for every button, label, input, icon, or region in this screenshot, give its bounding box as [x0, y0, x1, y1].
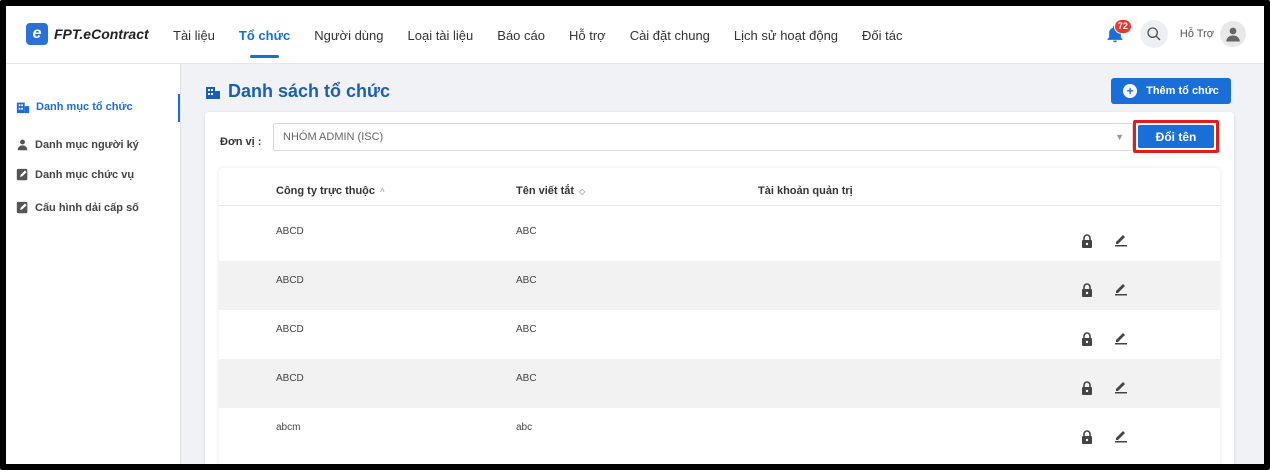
- column-header-label: Công ty trực thuộc: [276, 185, 376, 197]
- unit-label: Đơn vị :: [220, 136, 262, 148]
- lock-icon[interactable]: [1081, 381, 1093, 395]
- cell-abbreviation: ABC: [516, 226, 537, 237]
- cell-company: ABCD: [276, 275, 304, 286]
- table-row[interactable]: ABCD ABC: [219, 359, 1220, 408]
- table-row[interactable]: ABCD ABC: [219, 212, 1220, 261]
- lock-icon[interactable]: [1081, 430, 1093, 444]
- main-nav: Tài liệu Tổ chức Người dùng Loại tài liệu Bá…: [173, 6, 927, 64]
- edit-icon[interactable]: [1114, 379, 1128, 394]
- column-header-label: Tên viết tắt: [516, 185, 575, 197]
- sort-icon[interactable]: ◇: [579, 187, 585, 196]
- rename-button[interactable]: Đổi tên: [1138, 125, 1214, 148]
- edit-doc-icon: [16, 201, 28, 214]
- unit-select[interactable]: NHÓM ADMIN (ISC) ▼: [273, 123, 1133, 151]
- unit-select-value: NHÓM ADMIN (ISC): [283, 131, 384, 143]
- plus-icon: +: [1123, 84, 1138, 98]
- nav-item-3[interactable]: Loại tài liệu: [408, 6, 474, 64]
- table-row[interactable]: abcm abc: [219, 408, 1220, 457]
- cell-abbreviation: ABC: [516, 324, 537, 335]
- building-icon: [16, 102, 30, 114]
- table-row[interactable]: ABCD ABC: [219, 310, 1220, 359]
- notification-button[interactable]: 72: [1100, 19, 1132, 49]
- sidebar-item-positions[interactable]: Danh mục chức vụ: [16, 168, 134, 181]
- nav-item-1[interactable]: Tổ chức: [239, 6, 290, 64]
- page-title-text: Danh sách tổ chức: [228, 81, 391, 101]
- lock-icon[interactable]: [1081, 332, 1093, 346]
- edit-icon[interactable]: [1114, 330, 1128, 345]
- nav-item-4[interactable]: Báo cáo: [497, 6, 545, 64]
- sidebar: Danh mục tổ chức Danh mục người ký Danh …: [6, 64, 181, 464]
- sidebar-item-label: Danh mục tổ chức: [36, 101, 133, 113]
- cell-company: ABCD: [276, 324, 304, 335]
- edit-icon[interactable]: [1114, 232, 1128, 247]
- app-window: e FPT.eContract Tài liệu Tổ chức Người dùn…: [0, 0, 1270, 470]
- cell-company: ABCD: [276, 226, 304, 237]
- nav-item-2[interactable]: Người dùng: [314, 6, 383, 64]
- nav-item-0[interactable]: Tài liệu: [173, 6, 215, 64]
- table-row[interactable]: ABCD ABC: [219, 261, 1220, 310]
- column-header-admin-account: Tài khoản quản trị: [758, 185, 853, 197]
- sidebar-item-organizations[interactable]: Danh mục tổ chức: [16, 100, 133, 114]
- sidebar-item-label: Danh mục người ký: [35, 138, 139, 151]
- sidebar-active-indicator: [178, 94, 180, 122]
- user-icon: [17, 139, 28, 151]
- add-organization-label: Thêm tổ chức: [1146, 85, 1219, 97]
- nav-item-8[interactable]: Đối tác: [862, 6, 902, 64]
- add-organization-button[interactable]: + Thêm tổ chức: [1111, 78, 1231, 104]
- sidebar-item-number-config[interactable]: Cấu hình dải cấp số: [16, 201, 139, 214]
- sort-asc-icon[interactable]: ^: [380, 187, 385, 196]
- logo-mark-icon: e: [26, 23, 48, 45]
- header-tools: 72 Hỗ Trợ: [1100, 19, 1246, 49]
- app-logo[interactable]: e FPT.eContract: [26, 23, 149, 45]
- cell-company: abcm: [276, 422, 301, 433]
- column-header-abbreviation[interactable]: Tên viết tắt ◇: [516, 185, 585, 197]
- user-name[interactable]: Hỗ Trợ: [1180, 28, 1214, 40]
- chevron-down-icon: ▼: [1115, 132, 1124, 142]
- user-avatar-icon: [1226, 27, 1240, 42]
- page-title: Danh sách tổ chức: [205, 81, 390, 102]
- cell-abbreviation: ABC: [516, 373, 537, 384]
- nav-item-5[interactable]: Hỗ trợ: [569, 6, 606, 64]
- building-icon: [206, 86, 220, 99]
- column-header-company[interactable]: Công ty trực thuộc ^: [276, 185, 385, 197]
- cell-abbreviation: ABC: [516, 275, 537, 286]
- edit-icon[interactable]: [1114, 281, 1128, 296]
- sidebar-item-label: Cấu hình dải cấp số: [35, 201, 139, 214]
- table-header: Công ty trực thuộc ^ Tên viết tắt ◇ Tài …: [219, 168, 1220, 206]
- avatar[interactable]: [1220, 21, 1246, 47]
- sidebar-item-label: Danh mục chức vụ: [35, 168, 135, 181]
- top-navbar: e FPT.eContract Tài liệu Tổ chức Người dùn…: [6, 6, 1264, 64]
- nav-item-6[interactable]: Cài đặt chung: [630, 6, 710, 64]
- sidebar-item-signers[interactable]: Danh mục người ký: [16, 138, 139, 151]
- search-icon: [1147, 27, 1161, 41]
- lock-icon[interactable]: [1081, 234, 1093, 248]
- edit-doc-icon: [16, 168, 28, 181]
- edit-icon[interactable]: [1114, 428, 1128, 443]
- cell-abbreviation: abc: [516, 422, 533, 433]
- logo-text: FPT.eContract: [54, 26, 149, 42]
- cell-company: ABCD: [276, 373, 304, 384]
- rename-highlight: Đổi tên: [1133, 120, 1219, 153]
- column-header-label: Tài khoản quản trị: [758, 185, 853, 197]
- organization-table: Công ty trực thuộc ^ Tên viết tắt ◇ Tài …: [219, 168, 1220, 464]
- nav-item-7[interactable]: Lịch sử hoạt động: [734, 6, 838, 64]
- notification-badge: 72: [1113, 19, 1132, 34]
- lock-icon[interactable]: [1081, 283, 1093, 297]
- search-button[interactable]: [1139, 20, 1168, 48]
